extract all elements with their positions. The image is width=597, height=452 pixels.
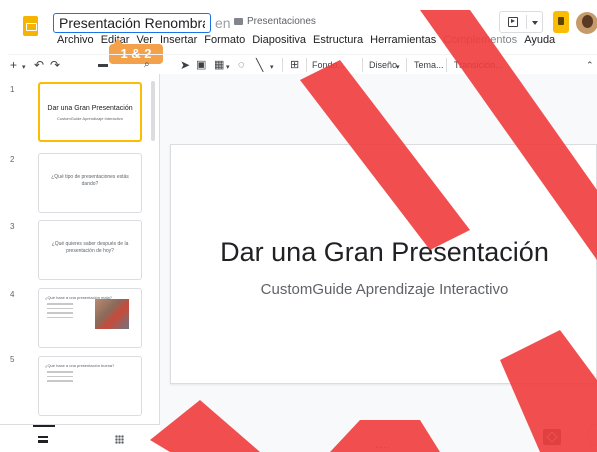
thumb-text: ¿Qué tipo de presentaciones estás dando? <box>51 174 129 187</box>
menu-format[interactable]: Formato <box>204 34 245 46</box>
slide-number: 3 <box>10 222 15 231</box>
new-slide-icon[interactable]: + <box>10 58 17 72</box>
image-caret-icon[interactable]: ▾ <box>226 61 230 75</box>
share-button[interactable] <box>553 11 569 33</box>
select-icon[interactable]: ➤ <box>180 58 190 72</box>
view-toggle <box>0 424 160 452</box>
active-view-indicator <box>33 425 55 427</box>
folder-icon[interactable] <box>234 18 243 25</box>
thumb-bullets <box>47 371 73 385</box>
toolbar-divider <box>282 58 283 72</box>
slide-thumbnail-5[interactable]: ¿Qué hace a una presentación buena? <box>38 356 142 416</box>
menu-arrange[interactable]: Estructura <box>313 34 363 46</box>
present-icon <box>508 17 518 27</box>
explore-icon[interactable] <box>543 429 561 445</box>
toolbar-divider <box>406 58 407 72</box>
toolbar: + ▾ ↶ ↷ ▬ ⌕ ➤ ▣ ▦ ▾ ◌ ╲ ▾ ⊞ Fondo... Dis… <box>8 54 597 74</box>
folder-name[interactable]: Presentaciones <box>247 16 316 27</box>
present-button[interactable] <box>499 11 543 33</box>
new-slide-caret-icon[interactable]: ▾ <box>22 61 26 75</box>
grid-view-icon[interactable] <box>115 435 124 444</box>
background-button[interactable]: Fondo... <box>312 60 345 70</box>
speaker-notes-handle[interactable] <box>375 446 389 449</box>
thumb-text: ¿Qué hace a una presentación buena? <box>45 363 115 368</box>
slide-subtitle[interactable]: CustomGuide Aprendizaje Interactivo <box>171 281 597 298</box>
menu-insert[interactable]: Insertar <box>160 34 197 46</box>
chevron-down-icon[interactable] <box>532 21 538 25</box>
collapse-toolbar-icon[interactable]: ⌃ <box>586 58 594 72</box>
transition-button[interactable]: Transición... <box>454 60 503 70</box>
thumb-bullets <box>47 303 73 321</box>
line-caret-icon[interactable]: ▾ <box>270 61 274 75</box>
thumb-subtitle: CustomGuide Aprendizaje Interactivo <box>56 116 124 121</box>
filmstrip: 1 Dar una Gran Presentación CustomGuide … <box>0 74 160 452</box>
avatar[interactable] <box>576 12 597 34</box>
image-icon[interactable]: ▦ <box>214 58 224 72</box>
side-panel-button[interactable] <box>587 424 597 446</box>
in-label: en <box>215 15 231 31</box>
toolbar-divider <box>306 58 307 72</box>
menu-help[interactable]: Ayuda <box>524 34 555 46</box>
slide-thumbnail-2[interactable]: ¿Qué tipo de presentaciones estás dando? <box>38 153 142 213</box>
undo-icon[interactable]: ↶ <box>34 58 44 72</box>
menu-file[interactable]: Archivo <box>57 34 94 46</box>
toolbar-divider <box>362 58 363 72</box>
add-comment-icon[interactable]: ⊞ <box>290 58 299 72</box>
line-icon[interactable]: ╲ <box>256 58 263 72</box>
textbox-icon[interactable]: ▣ <box>196 58 206 72</box>
print-icon[interactable]: ▬ <box>98 58 108 72</box>
layout-button[interactable]: Diseño <box>369 60 397 70</box>
slide-number: 2 <box>10 155 15 164</box>
thumb-title: Dar una Gran Presentación <box>47 105 133 112</box>
slide-thumbnail-1[interactable]: Dar una Gran Presentación CustomGuide Ap… <box>38 82 142 142</box>
slide-thumbnail-3[interactable]: ¿Qué quieres saber después de la present… <box>38 220 142 280</box>
toolbar-divider <box>446 58 447 72</box>
header: en Presentaciones Archivo Editar Ver Ins… <box>0 0 597 50</box>
slide-title[interactable]: Dar una Gran Presentación <box>171 237 597 268</box>
slide-number: 4 <box>10 290 15 299</box>
layout-caret-icon[interactable]: ▾ <box>396 61 400 75</box>
present-divider <box>526 15 527 29</box>
theme-button[interactable]: Tema... <box>414 60 444 70</box>
thumb-photo <box>95 299 129 329</box>
thumb-text: ¿Qué quieres saber después de la present… <box>51 241 129 254</box>
filmstrip-view-icon[interactable] <box>38 436 48 443</box>
menu-slide[interactable]: Diapositiva <box>252 34 306 46</box>
slide-thumbnail-4[interactable]: ¿Qué hace a una presentación mala? <box>38 288 142 348</box>
slide-canvas[interactable]: Dar una Gran Presentación CustomGuide Ap… <box>170 144 597 384</box>
menu-tools[interactable]: Herramientas <box>370 34 436 46</box>
redo-icon[interactable]: ↷ <box>50 58 60 72</box>
slides-logo-icon[interactable] <box>23 16 38 36</box>
filmstrip-scrollbar[interactable] <box>151 81 155 141</box>
zoom-icon[interactable]: ⌕ <box>144 58 150 72</box>
shape-icon[interactable]: ◌ <box>238 58 245 72</box>
title-input[interactable] <box>53 13 211 33</box>
slide-canvas-area: Dar una Gran Presentación CustomGuide Ap… <box>160 74 597 452</box>
menu-addons[interactable]: Complementos <box>443 34 517 46</box>
slide-number: 5 <box>10 355 15 364</box>
slide-number: 1 <box>10 85 15 94</box>
